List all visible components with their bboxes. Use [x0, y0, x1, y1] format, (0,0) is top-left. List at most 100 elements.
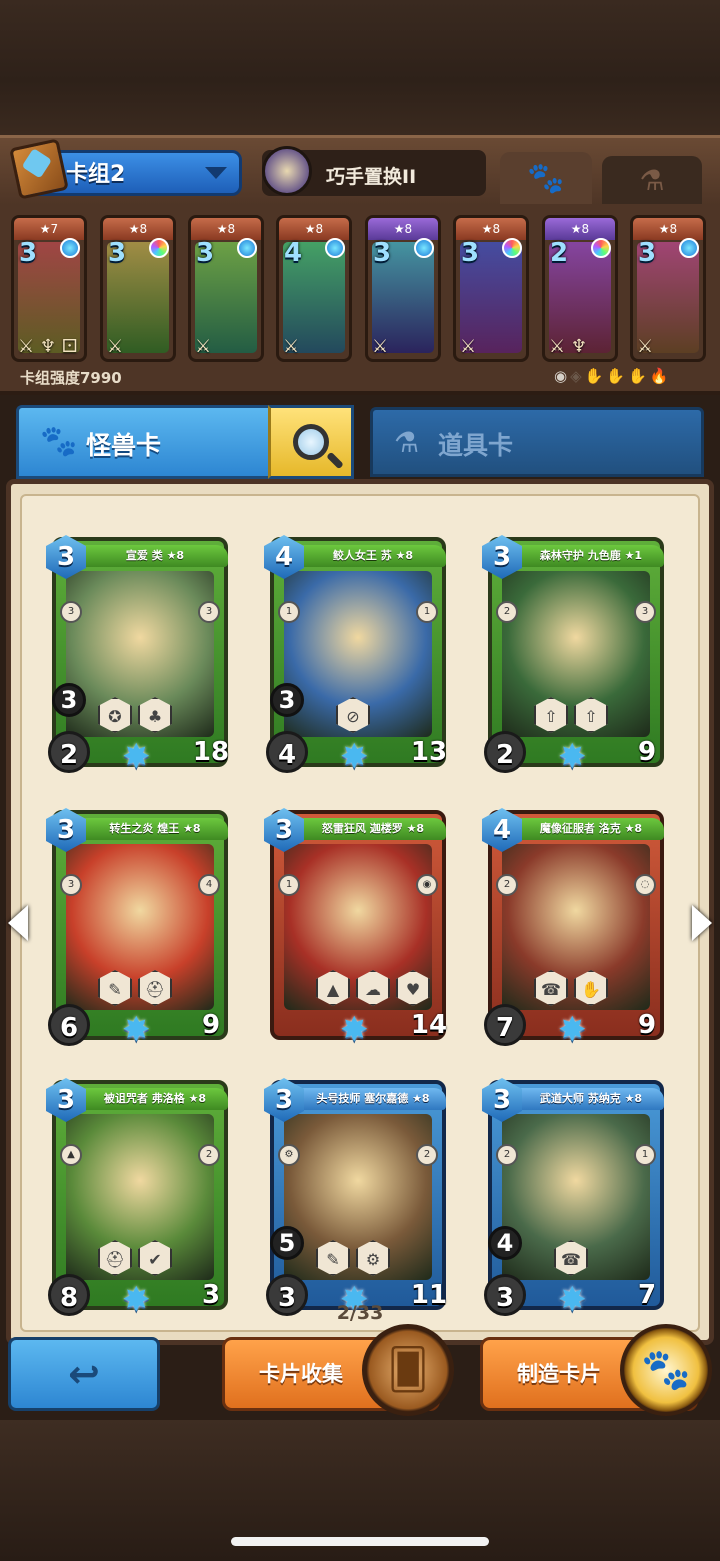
monster-card[interactable]: 宣爱 类 ★8333✪♣3218✸ [46, 535, 233, 777]
card-name: 头号技师 塞尔嘉德 ★8 [300, 1088, 446, 1110]
card-trait-left: 3 [60, 874, 82, 896]
card-trait-right: 1 [416, 601, 438, 623]
monster-card[interactable]: 头号技师 塞尔嘉德 ★83⚙2✎⚙5311✸ [264, 1078, 451, 1320]
star-badge-icon: ✸ [340, 737, 369, 777]
card-trait-left: 2 [496, 874, 518, 896]
card-collection-icon[interactable]: 🂠 [362, 1324, 454, 1416]
deck-card-equip-icons: ⚔ [637, 336, 654, 357]
monster-card[interactable]: 武道大师 苏纳克 ★8321☎437✸ [482, 1078, 669, 1320]
card-trait-left: 3 [60, 601, 82, 623]
monster-card[interactable]: 魔像征服者 洛克 ★842◌☎✋79✸ [482, 808, 669, 1050]
deck-card-equip-icons: ⚔ [460, 336, 477, 357]
card-trait-right: ◌ [634, 874, 656, 896]
deck-card-stars: ★8 [103, 218, 173, 240]
deck-card-cost: 4 [284, 238, 303, 268]
deck-card-stars: ★7 [14, 218, 84, 240]
card-trait-right: 3 [634, 601, 656, 623]
card-trait-right: 1 [634, 1144, 656, 1166]
card-trait-left: 2 [496, 1144, 518, 1166]
deck-card[interactable]: ★8 4 ⚔ [276, 215, 352, 362]
card-health: 7 [624, 1266, 669, 1316]
potion-icon: ⚗ [394, 426, 420, 459]
monster-card[interactable]: 被诅咒者 弗洛格 ★83▲2⛑✔83✸ [46, 1078, 233, 1320]
gem-icon [60, 238, 80, 258]
card-trait-right: ◉ [416, 874, 438, 896]
skill-portrait-icon[interactable] [262, 146, 312, 196]
gem-icon [237, 238, 257, 258]
deck-book-icon [9, 138, 69, 200]
card-health: 11 [406, 1266, 451, 1316]
card-bonus-value: 4 [488, 1226, 522, 1260]
card-name: 魔像征服者 洛克 ★8 [518, 818, 664, 840]
gem-icon [325, 238, 345, 258]
deck-card-stars: ★8 [279, 218, 349, 240]
card-trait-right: 2 [416, 1144, 438, 1166]
deck-card-cost: 2 [550, 238, 569, 268]
star-badge-icon: ✸ [558, 1280, 587, 1320]
next-page-arrow-icon[interactable] [692, 905, 712, 941]
monster-card[interactable]: 转生之炎 煌王 ★8334✎⛑69✸ [46, 808, 233, 1050]
home-indicator [231, 1537, 489, 1546]
card-health: 9 [624, 996, 669, 1046]
deck-card[interactable]: ★8 2 ⚔ ♆ [542, 215, 618, 362]
top-wood-frame [0, 0, 720, 135]
gem-icon [414, 238, 434, 258]
deck-card-stars: ★8 [456, 218, 526, 240]
star-badge-icon: ✸ [558, 737, 587, 777]
chevron-down-icon[interactable] [205, 167, 227, 179]
tab-items-label: 道具卡 [438, 431, 514, 460]
deck-card[interactable]: ★8 3 ⚔ [453, 215, 529, 362]
deck-card[interactable]: ★8 3 ⚔ [100, 215, 176, 362]
card-health: 13 [406, 723, 451, 773]
deck-card[interactable]: ★8 3 ⚔ [365, 215, 441, 362]
card-trait-right: 4 [198, 874, 220, 896]
deck-card[interactable]: ★7 3 ⚔ ♆ ⚀ [11, 215, 87, 362]
card-bonus-value: 5 [270, 1226, 304, 1260]
card-collection-label: 卡片收集 [259, 1362, 343, 1386]
star-badge-icon: ✸ [122, 737, 151, 777]
craft-potion-icon[interactable]: 🐾 [620, 1324, 712, 1416]
back-arrow-icon: ↩ [68, 1352, 100, 1396]
card-name: 武道大师 苏纳克 ★8 [518, 1088, 664, 1110]
back-button[interactable]: ↩ [8, 1337, 160, 1411]
paw-icon: 🐾 [40, 424, 78, 459]
search-button[interactable] [268, 405, 354, 479]
card-attack: 8 [48, 1274, 90, 1316]
card-health: 3 [188, 1266, 233, 1316]
deck-card[interactable]: ★8 3 ⚔ [630, 215, 706, 362]
gem-icon [591, 238, 611, 258]
prev-page-arrow-icon[interactable] [8, 905, 28, 941]
card-attack: 7 [484, 1004, 526, 1046]
deck-card-equip-icons: ⚔ [372, 336, 389, 357]
tab-monster-label: 怪兽卡 [86, 431, 162, 460]
monster-card[interactable]: 怒雷狂风 迦楼罗 ★831◉▲☁♥14✸ [264, 808, 451, 1050]
monster-card[interactable]: 鲛人女王 苏 ★8411⊘3413✸ [264, 535, 451, 777]
deck-card-equip-icons: ⚔ ♆ [549, 336, 587, 357]
element-icon: ◈ [570, 367, 585, 385]
deck-name: 卡组2 [66, 162, 126, 187]
star-badge-icon: ✸ [340, 1010, 369, 1050]
card-trait-left: 2 [496, 601, 518, 623]
card-name: 被诅咒者 弗洛格 ★8 [82, 1088, 228, 1110]
potion-tab[interactable]: ⚗ [602, 156, 702, 204]
card-attack: 3 [266, 1274, 308, 1316]
element-icon: ✋ [628, 367, 650, 385]
potion-icon: ⚗ [639, 163, 665, 197]
deck-card-stars: ★8 [633, 218, 703, 240]
element-icon: ✋ [584, 367, 607, 385]
gem-icon [502, 238, 522, 258]
card-trait-left: 1 [278, 874, 300, 896]
deck-card-equip-icons: ⚔ [195, 336, 212, 357]
paw-tab[interactable]: 🐾 [500, 152, 592, 204]
deck-card-stars: ★8 [191, 218, 261, 240]
card-attack: 6 [48, 1004, 90, 1046]
card-name: 鲛人女王 苏 ★8 [300, 545, 446, 567]
deck-card-cost: 3 [19, 238, 38, 268]
deck-element-icons: ◉◈✋✋✋🔥 [554, 367, 671, 385]
card-health: 14 [406, 996, 451, 1046]
tab-item-cards[interactable] [370, 407, 704, 477]
card-health: 9 [188, 996, 233, 1046]
deck-card[interactable]: ★8 3 ⚔ [188, 215, 264, 362]
monster-card[interactable]: 森林守护 九色鹿 ★1323⇧⇧29✸ [482, 535, 669, 777]
star-badge-icon: ✸ [122, 1010, 151, 1050]
